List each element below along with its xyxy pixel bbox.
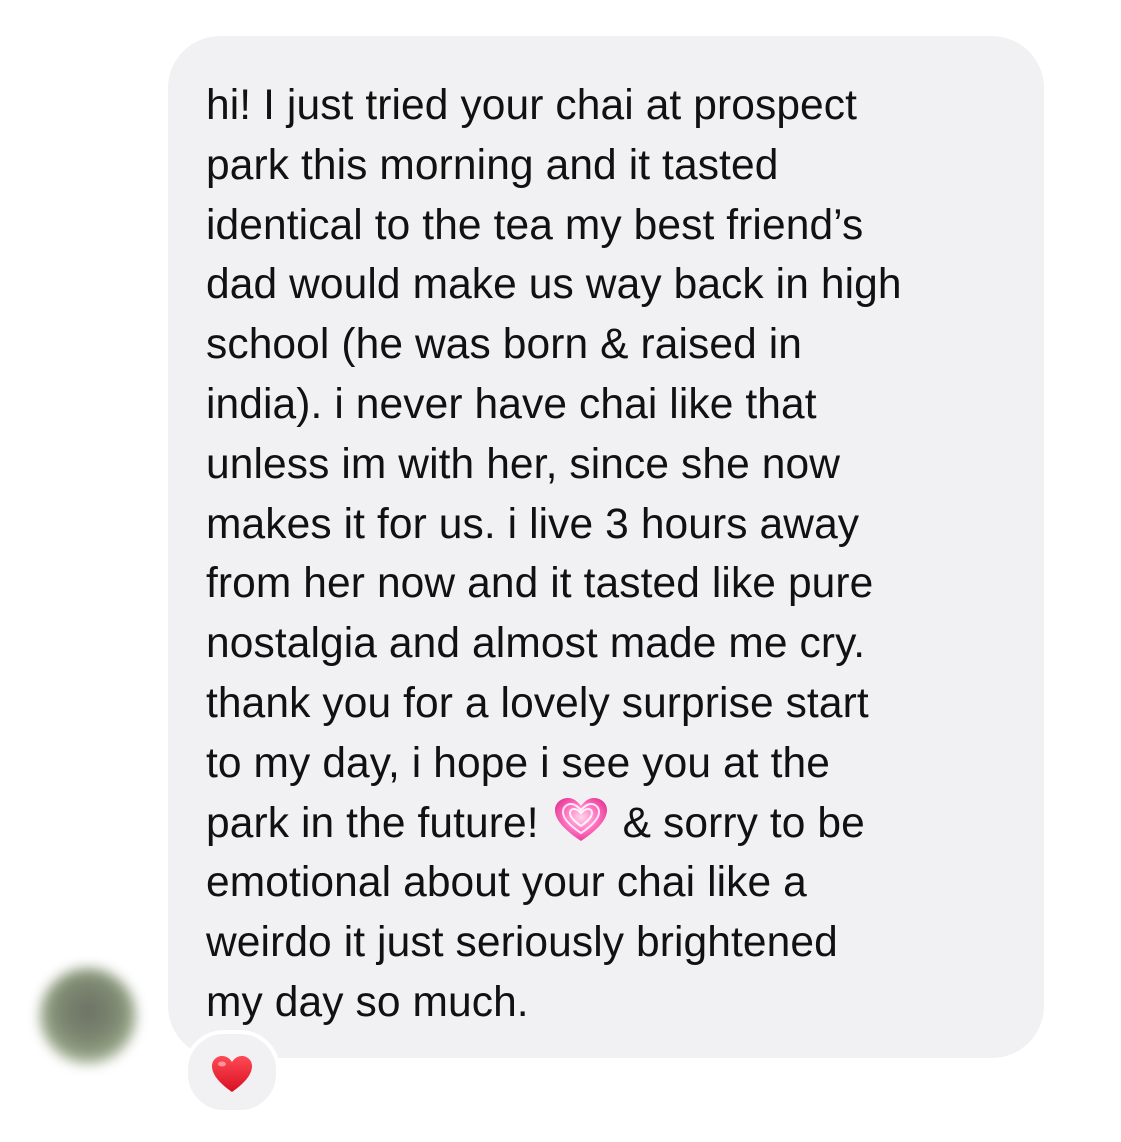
red-heart-icon bbox=[210, 1054, 254, 1094]
message-bubble[interactable]: hi! I just tried your chai at prospect p… bbox=[168, 36, 1044, 1058]
growing-heart-icon bbox=[553, 797, 609, 843]
message-text: hi! I just tried your chai at prospect p… bbox=[206, 76, 1024, 1033]
sender-avatar[interactable] bbox=[40, 968, 136, 1064]
message-text-part-1: hi! I just tried your chai at prospect p… bbox=[206, 82, 902, 847]
reaction-badge[interactable] bbox=[184, 1030, 280, 1114]
